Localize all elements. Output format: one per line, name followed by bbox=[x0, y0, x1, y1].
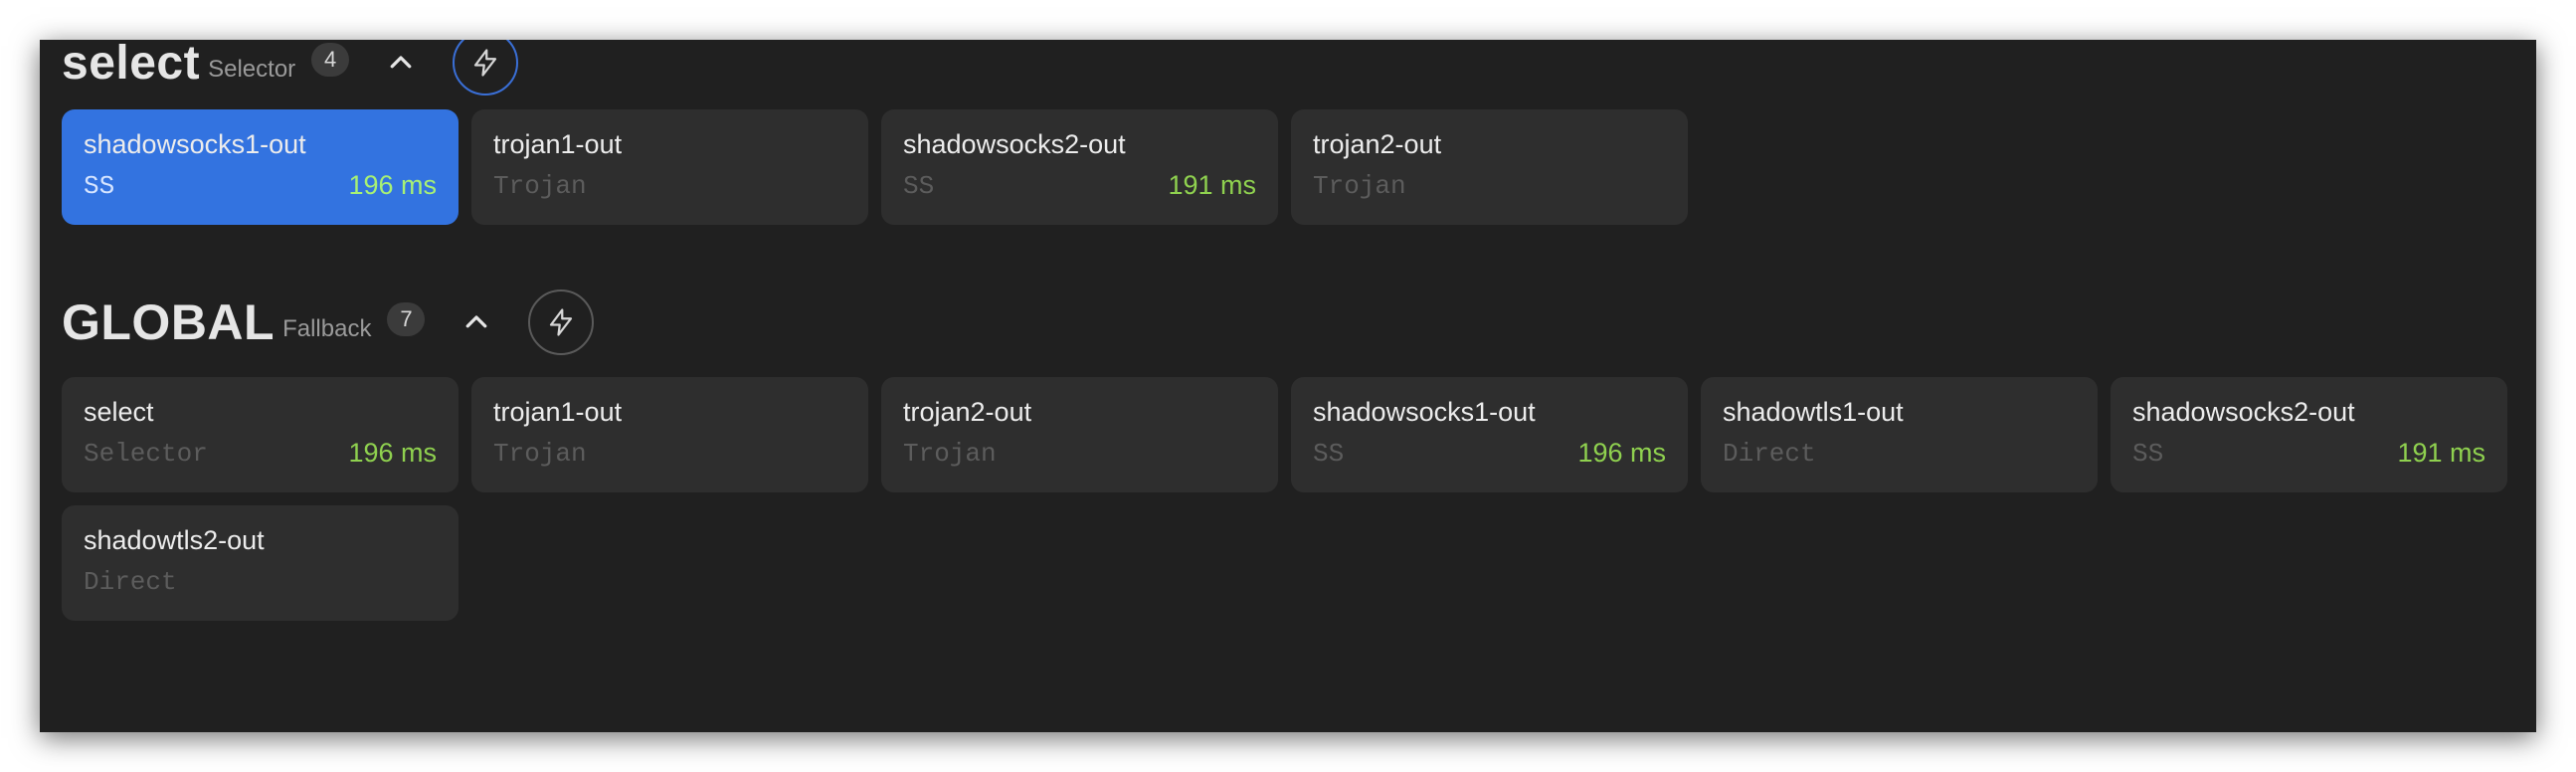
group-type: Fallback bbox=[282, 315, 372, 342]
proxy-name: shadowtls1-out bbox=[1723, 397, 1904, 427]
group-name: GLOBAL bbox=[62, 294, 276, 350]
proxy-card[interactable]: trojan1-out Trojan bbox=[471, 109, 868, 225]
proxy-type: Trojan bbox=[1313, 171, 1406, 201]
chevron-up-icon bbox=[466, 315, 487, 328]
group-name: select bbox=[62, 40, 201, 90]
proxy-type: Trojan bbox=[493, 171, 587, 201]
proxy-card[interactable]: shadowtls2-out Direct bbox=[62, 505, 459, 621]
proxy-latency[interactable]: 191 ms bbox=[2397, 438, 2485, 469]
proxy-latency[interactable]: 196 ms bbox=[1577, 438, 1666, 469]
proxy-card[interactable]: shadowsocks1-out SS 196 ms bbox=[62, 109, 459, 225]
proxy-type: Trojan bbox=[903, 439, 997, 469]
proxy-card[interactable]: trojan2-out Trojan bbox=[881, 377, 1278, 492]
proxy-type: Trojan bbox=[493, 439, 587, 469]
proxy-type: SS bbox=[903, 171, 935, 201]
proxy-type: Selector bbox=[84, 439, 208, 469]
chevron-up-icon bbox=[390, 56, 412, 69]
lightning-bolt-icon bbox=[474, 49, 497, 77]
proxy-name: shadowsocks1-out bbox=[84, 129, 306, 159]
proxy-latency[interactable]: 196 ms bbox=[348, 438, 437, 469]
proxy-latency[interactable]: 191 ms bbox=[1168, 170, 1256, 201]
proxy-name: trojan1-out bbox=[493, 397, 623, 427]
proxy-card[interactable]: shadowtls1-out Direct bbox=[1701, 377, 2098, 492]
group-type: Selector bbox=[208, 56, 296, 83]
proxy-card[interactable]: trojan2-out Trojan bbox=[1291, 109, 1688, 225]
proxy-type: SS bbox=[1313, 439, 1345, 469]
proxy-count-badge: 7 bbox=[387, 302, 426, 336]
proxy-name: shadowsocks2-out bbox=[903, 129, 1126, 159]
proxy-card[interactable]: shadowsocks1-out SS 196 ms bbox=[1291, 377, 1688, 492]
proxy-name: select bbox=[84, 397, 154, 427]
group-header-global: GLOBAL Fallback 7 bbox=[62, 288, 595, 357]
proxy-name: shadowsocks1-out bbox=[1313, 397, 1536, 427]
proxy-card[interactable]: select Selector 196 ms bbox=[62, 377, 459, 492]
collapse-button[interactable] bbox=[455, 300, 498, 344]
proxy-card[interactable]: trojan1-out Trojan bbox=[471, 377, 868, 492]
proxy-card[interactable]: shadowsocks2-out SS 191 ms bbox=[881, 109, 1278, 225]
proxy-type: Direct bbox=[1723, 439, 1816, 469]
proxy-latency[interactable]: 196 ms bbox=[348, 170, 437, 201]
proxy-name: shadowsocks2-out bbox=[2132, 397, 2355, 427]
proxy-name: trojan2-out bbox=[1313, 129, 1442, 159]
proxy-name: trojan1-out bbox=[493, 129, 623, 159]
proxy-type: SS bbox=[2132, 439, 2164, 469]
proxy-card[interactable]: shadowsocks2-out SS 191 ms bbox=[2111, 377, 2507, 492]
group-header-select: select Selector 4 bbox=[62, 40, 519, 97]
proxy-type: SS bbox=[84, 171, 115, 201]
collapse-button[interactable] bbox=[379, 41, 423, 85]
proxies-panel: select Selector 4 shadowsocks1-out SS 19… bbox=[40, 40, 2536, 732]
proxy-type: Direct bbox=[84, 567, 177, 597]
latency-test-button[interactable] bbox=[453, 40, 519, 96]
proxy-name: shadowtls2-out bbox=[84, 525, 265, 555]
proxy-name: trojan2-out bbox=[903, 397, 1032, 427]
latency-test-button[interactable] bbox=[528, 290, 595, 355]
proxy-count-badge: 4 bbox=[311, 43, 350, 77]
lightning-bolt-icon bbox=[550, 308, 573, 336]
